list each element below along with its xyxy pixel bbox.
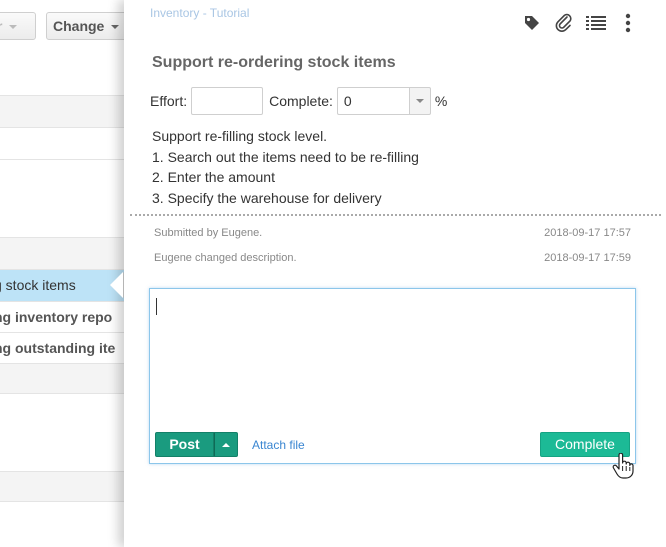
paperclip-icon[interactable] (553, 12, 575, 34)
list-row (0, 394, 140, 472)
task-detail-panel: Inventory - Tutorial Support re-ordering… (110, 0, 666, 547)
description-line: 2. Enter the amount (152, 169, 275, 185)
chevron-up-icon (222, 442, 230, 447)
list-item-label: ng outstanding ite (0, 340, 116, 356)
list-icon[interactable] (585, 12, 607, 34)
chevron-down-icon (415, 99, 424, 103)
list-group-header (0, 238, 140, 270)
percent-sign: % (434, 93, 448, 109)
list-row[interactable] (0, 128, 140, 160)
complete-percent-select[interactable] (336, 87, 431, 115)
task-description[interactable]: Support re-filling stock level. 1. Searc… (152, 126, 419, 208)
history-timestamp: 2018-09-17 17:59 (544, 252, 631, 264)
description-line: 1. Search out the items need to be re-fi… (152, 148, 419, 165)
list-item[interactable]: ng inventory repo (0, 302, 140, 333)
post-button-group: Post (155, 432, 238, 457)
list-row[interactable] (0, 96, 140, 128)
change-button-label: Change (53, 18, 105, 34)
tag-icon[interactable] (521, 12, 543, 34)
task-title[interactable]: Support re-ordering stock items (152, 54, 396, 72)
breadcrumb[interactable]: Inventory - Tutorial (150, 6, 249, 20)
history-text: Eugene changed description. (154, 252, 297, 264)
toolbar-button-partial-label: r (0, 18, 2, 34)
complete-label: Complete: (269, 93, 333, 109)
description-line: Support re-filling stock level. (152, 128, 328, 144)
history-timestamp: 2018-09-17 17:57 (544, 227, 631, 239)
list-row[interactable] (0, 54, 140, 96)
history-entry: Eugene changed description. 2018-09-17 1… (154, 252, 631, 264)
post-options-button[interactable] (214, 432, 238, 457)
hand-pointer-icon (612, 452, 634, 484)
divider (130, 214, 661, 216)
attach-file-link[interactable]: Attach file (252, 438, 305, 452)
toolbar-button-partial[interactable]: r (0, 12, 36, 40)
text-cursor (156, 298, 157, 315)
list-row (0, 364, 140, 394)
description-line: 3. Specify the warehouse for delivery (152, 189, 382, 206)
list-row (0, 472, 140, 502)
effort-label: Effort: (150, 93, 188, 109)
panel-pointer-inner (110, 272, 123, 298)
task-fields: Effort: Complete: % (150, 86, 447, 116)
change-button[interactable]: Change (46, 12, 132, 40)
chevron-down-icon (9, 25, 18, 30)
complete-percent-input[interactable] (336, 87, 409, 115)
effort-input[interactable] (191, 87, 264, 115)
more-vertical-icon[interactable] (617, 12, 639, 34)
chevron-down-icon (111, 25, 120, 30)
comment-editor[interactable]: Post Attach file Complete (149, 288, 636, 479)
post-button[interactable]: Post (155, 432, 214, 457)
list-row[interactable] (0, 160, 140, 238)
complete-dropdown-button[interactable] (408, 87, 431, 115)
panel-toolbar (521, 12, 639, 34)
list-item[interactable]: ng outstanding ite (0, 333, 140, 364)
list-item-label: ng inventory repo (0, 309, 113, 325)
history-text: Submitted by Eugene. (154, 227, 263, 239)
history-entry: Submitted by Eugene. 2018-09-17 17:57 (154, 227, 631, 239)
